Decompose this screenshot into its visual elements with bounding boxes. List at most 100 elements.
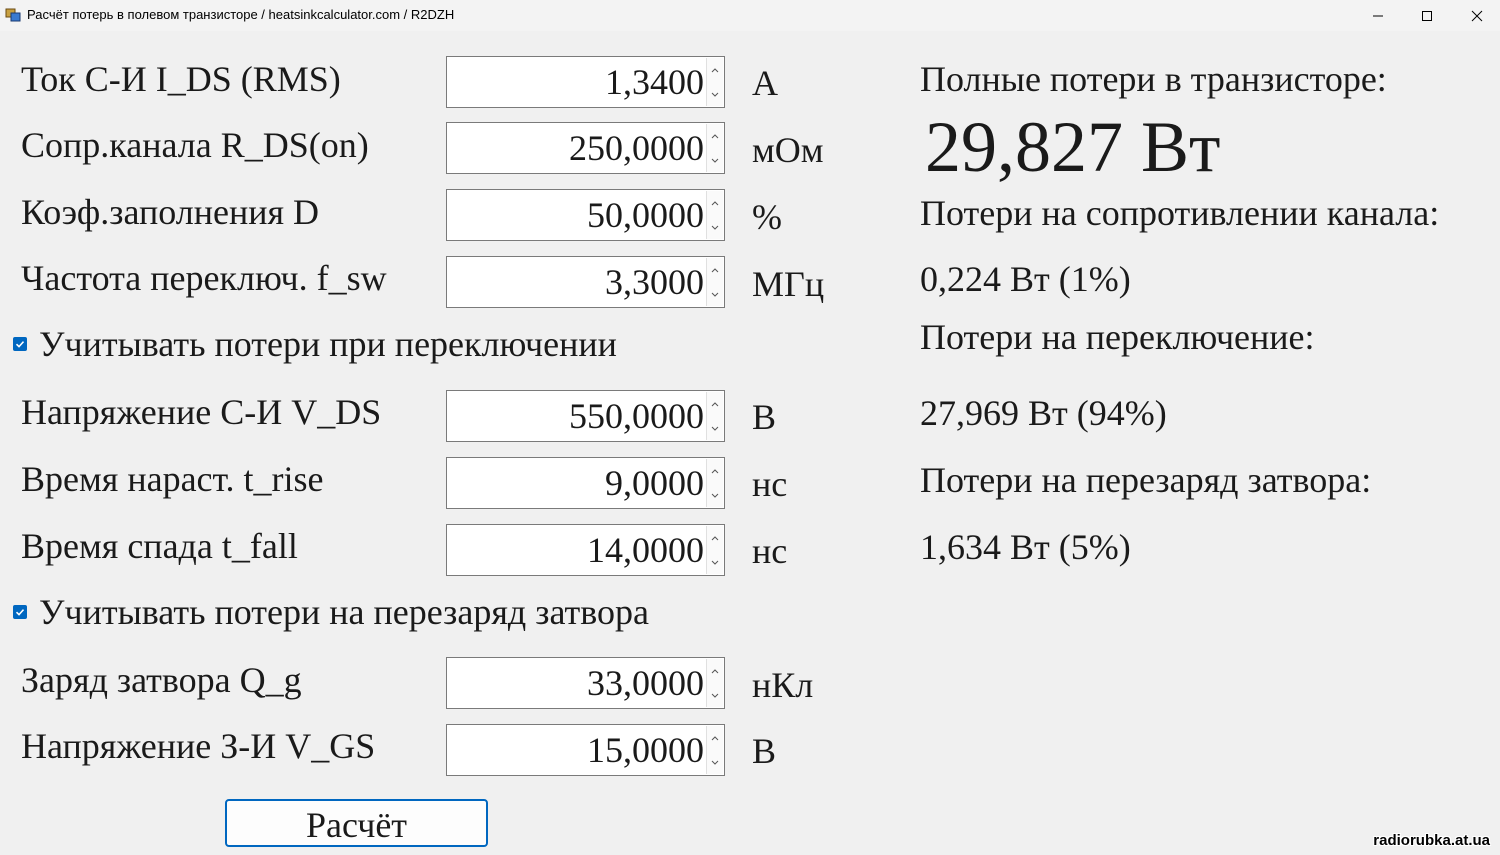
calculate-button[interactable]: Расчёт: [225, 799, 488, 847]
spin-up-button[interactable]: [707, 58, 723, 82]
total-loss-label: Полные потери в транзисторе:: [920, 59, 1387, 99]
chevron-down-icon: [711, 92, 719, 97]
rdson-value[interactable]: 250,0000: [569, 126, 704, 170]
gate-loss-checkbox-label[interactable]: Учитывать потери на перезаряд затвора: [39, 590, 649, 634]
spin-down-button[interactable]: [707, 483, 723, 507]
duty-cycle-input[interactable]: 50,0000: [446, 189, 725, 241]
gate-charge-input[interactable]: 33,0000: [446, 657, 725, 709]
duty-cycle-unit: %: [752, 197, 782, 237]
current-ids-value[interactable]: 1,3400: [605, 60, 704, 104]
chevron-up-icon: [711, 67, 719, 72]
rdson-label: Сопр.канала R_DS(on): [21, 125, 369, 165]
spin-down-button[interactable]: [707, 416, 723, 440]
vds-value[interactable]: 550,0000: [569, 394, 704, 438]
maximize-icon: [1422, 10, 1432, 21]
gate-loss-label: Потери на перезаряд затвора:: [920, 460, 1372, 500]
rdson-spinner[interactable]: [706, 124, 723, 172]
chevron-up-icon: [711, 401, 719, 406]
spin-down-button[interactable]: [707, 683, 723, 707]
chevron-up-icon: [711, 200, 719, 205]
window-title: Расчёт потерь в полевом транзисторе / he…: [27, 7, 455, 22]
gate-charge-label: Заряд затвора Q_g: [21, 660, 302, 700]
gate-loss-checkbox[interactable]: [13, 605, 27, 619]
gate-charge-unit: нКл: [752, 665, 814, 705]
gate-charge-value[interactable]: 33,0000: [587, 661, 704, 705]
main-content: Ток С-И I_DS (RMS) 1,3400 А Сопр.канала …: [0, 31, 1500, 855]
chevron-down-icon: [711, 493, 719, 498]
minimize-button[interactable]: [1355, 0, 1401, 31]
spin-up-button[interactable]: [707, 124, 723, 148]
total-loss-value: 29,827 Вт: [925, 107, 1221, 187]
chevron-up-icon: [711, 133, 719, 138]
switching-loss-checkbox-label[interactable]: Учитывать потери при переключении: [39, 322, 617, 366]
checkmark-icon: [15, 341, 25, 348]
checkmark-icon: [15, 609, 25, 616]
rise-time-spinner[interactable]: [706, 459, 723, 507]
spin-up-button[interactable]: [707, 258, 723, 282]
current-ids-label: Ток С-И I_DS (RMS): [21, 59, 341, 99]
title-bar: Расчёт потерь в полевом транзисторе / he…: [0, 0, 1500, 31]
gate-charge-spinner[interactable]: [706, 659, 723, 707]
spin-down-button[interactable]: [707, 215, 723, 239]
vgs-unit: В: [752, 731, 777, 771]
vds-spinner[interactable]: [706, 392, 723, 440]
conduction-loss-value: 0,224 Вт (1%): [920, 259, 1131, 299]
vds-input[interactable]: 550,0000: [446, 390, 725, 442]
spin-up-button[interactable]: [707, 392, 723, 416]
chevron-up-icon: [711, 535, 719, 540]
duty-cycle-spinner[interactable]: [706, 191, 723, 239]
spin-up-button[interactable]: [707, 459, 723, 483]
spin-up-button[interactable]: [707, 191, 723, 215]
current-ids-spinner[interactable]: [706, 58, 723, 106]
spin-down-button[interactable]: [707, 148, 723, 172]
chevron-down-icon: [711, 158, 719, 163]
chevron-down-icon: [711, 560, 719, 565]
switching-loss-checkbox-row[interactable]: Учитывать потери при переключении: [13, 322, 617, 366]
rdson-input[interactable]: 250,0000: [446, 122, 725, 174]
watermark: radiorubka.at.ua: [1373, 832, 1490, 849]
duty-cycle-value[interactable]: 50,0000: [587, 193, 704, 237]
chevron-up-icon: [711, 468, 719, 473]
spin-down-button[interactable]: [707, 750, 723, 774]
spin-up-button[interactable]: [707, 659, 723, 683]
chevron-up-icon: [711, 735, 719, 740]
conduction-loss-label: Потери на сопротивлении канала:: [920, 193, 1440, 233]
vgs-value[interactable]: 15,0000: [587, 728, 704, 772]
switching-loss-checkbox[interactable]: [13, 337, 27, 351]
chevron-down-icon: [711, 225, 719, 230]
fall-time-input[interactable]: 14,0000: [446, 524, 725, 576]
gate-loss-checkbox-row[interactable]: Учитывать потери на перезаряд затвора: [13, 590, 649, 634]
minimize-icon: [1373, 15, 1383, 16]
current-ids-input[interactable]: 1,3400: [446, 56, 725, 108]
rdson-unit: мОм: [752, 130, 824, 170]
vgs-spinner[interactable]: [706, 726, 723, 774]
spin-down-button[interactable]: [707, 82, 723, 106]
switching-freq-spinner[interactable]: [706, 258, 723, 306]
spin-down-button[interactable]: [707, 550, 723, 574]
switching-freq-input[interactable]: 3,3000: [446, 256, 725, 308]
rise-time-unit: нс: [752, 464, 788, 504]
vgs-input[interactable]: 15,0000: [446, 724, 725, 776]
close-button[interactable]: [1454, 0, 1500, 31]
duty-cycle-label: Коэф.заполнения D: [21, 192, 320, 232]
close-icon: [1471, 10, 1483, 21]
switching-freq-label: Частота переключ. f_sw: [21, 258, 387, 298]
fall-time-spinner[interactable]: [706, 526, 723, 574]
fall-time-unit: нс: [752, 531, 788, 571]
spin-up-button[interactable]: [707, 526, 723, 550]
chevron-down-icon: [711, 760, 719, 765]
current-ids-unit: А: [752, 63, 778, 103]
vgs-label: Напряжение З-И V_GS: [21, 726, 376, 766]
spin-up-button[interactable]: [707, 726, 723, 750]
chevron-down-icon: [711, 426, 719, 431]
chevron-down-icon: [711, 693, 719, 698]
spin-down-button[interactable]: [707, 282, 723, 306]
rise-time-value[interactable]: 9,0000: [605, 461, 704, 505]
chevron-down-icon: [711, 292, 719, 297]
maximize-button[interactable]: [1404, 0, 1450, 31]
chevron-up-icon: [711, 668, 719, 673]
switching-freq-value[interactable]: 3,3000: [605, 260, 704, 304]
app-icon: [5, 7, 21, 23]
rise-time-input[interactable]: 9,0000: [446, 457, 725, 509]
fall-time-value[interactable]: 14,0000: [587, 528, 704, 572]
